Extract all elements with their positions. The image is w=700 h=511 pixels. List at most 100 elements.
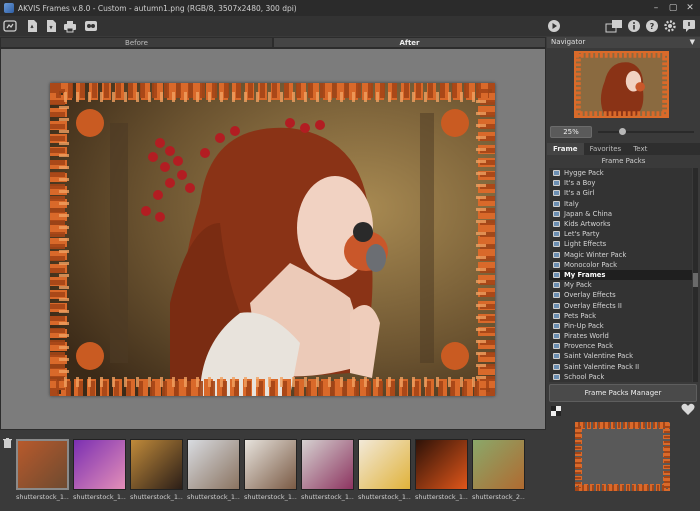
scrollbar-thumb[interactable] [693, 273, 698, 287]
zoom-controls: 25% [550, 126, 697, 138]
heart-icon[interactable] [681, 403, 695, 418]
list-item[interactable]: Overlay Effects II [549, 300, 692, 310]
list-item[interactable]: Pin-Up Pack [549, 321, 692, 331]
tab-frame[interactable]: Frame [547, 143, 584, 155]
pack-icon [553, 302, 560, 309]
frame-packs-manager-button[interactable]: Frame Packs Manager [549, 384, 697, 402]
pack-icon [553, 312, 560, 319]
list-item[interactable]: It's a Girl [549, 188, 692, 198]
trash-icon[interactable] [3, 438, 12, 448]
list-item[interactable]: Saint Valentine Pack II [549, 362, 692, 372]
pack-icon [553, 373, 560, 380]
list-item[interactable]: Kids Artworks [549, 219, 692, 229]
list-item[interactable]: Saint Valentine Pack [549, 351, 692, 361]
panel-tabs: Frame Favorites Text [547, 143, 700, 155]
help-icon[interactable]: ? [645, 19, 659, 33]
toolbar: ? [0, 16, 700, 36]
pack-icon [553, 210, 560, 217]
chevron-down-icon[interactable]: ▼ [690, 37, 695, 48]
pack-icon [553, 271, 560, 278]
list-item[interactable]: School Pack [549, 372, 692, 382]
home-icon[interactable] [3, 19, 17, 33]
zoom-field[interactable]: 25% [550, 126, 592, 138]
tab-before[interactable]: Before [0, 37, 273, 48]
list-item[interactable]: Hygge Pack [549, 168, 692, 178]
thumbnail-1[interactable]: shutterstock_1... [16, 439, 69, 503]
list-item-selected[interactable]: My Frames [549, 269, 692, 281]
checkerboard-icon[interactable] [551, 406, 561, 418]
tab-favorites[interactable]: Favorites [584, 143, 628, 155]
navigator-header[interactable]: Navigator ▼ [547, 37, 700, 48]
thumbnail-caption: shutterstock_1... [187, 493, 240, 501]
thumbnail-caption: shutterstock_1... [16, 493, 69, 501]
image-canvas[interactable] [0, 48, 546, 430]
thumbnail-image [472, 439, 525, 490]
settings-icon[interactable] [663, 19, 677, 33]
pack-icon [553, 343, 560, 350]
list-item[interactable]: Light Effects [549, 239, 692, 249]
thumbnail-image [244, 439, 297, 490]
pack-icon [553, 190, 560, 197]
framed-photo [50, 83, 495, 396]
pack-icon [553, 353, 560, 360]
list-item[interactable]: Let's Party [549, 229, 692, 239]
list-item[interactable]: Overlay Effects [549, 290, 692, 300]
thumbnail-image [73, 439, 126, 490]
list-item[interactable]: Magic Winter Pack [549, 250, 692, 260]
thumbnail-image [130, 439, 183, 490]
thumbnail-8[interactable]: shutterstock_1... [415, 439, 468, 503]
zoom-slider-track[interactable] [598, 131, 694, 133]
list-item[interactable]: Pirates World [549, 331, 692, 341]
print-icon[interactable] [63, 19, 77, 33]
pack-icon [553, 221, 560, 228]
maximize-icon[interactable]: ▢ [667, 2, 679, 14]
pack-icon [553, 322, 560, 329]
thumbnail-9[interactable]: shutterstock_2... [472, 439, 525, 503]
panels-icon[interactable] [605, 19, 623, 33]
thumbnail-3[interactable]: shutterstock_1... [130, 439, 183, 503]
list-item[interactable]: My Pack [549, 280, 692, 290]
zoom-slider-handle[interactable] [619, 128, 626, 135]
minimize-icon[interactable]: – [650, 2, 662, 14]
thumbnail-caption: shutterstock_1... [244, 493, 297, 501]
filmstrip: shutterstock_1... shutterstock_1... shut… [0, 432, 546, 511]
notifications-icon[interactable] [682, 19, 696, 33]
open-file-icon[interactable] [25, 19, 39, 33]
list-item[interactable]: Japan & China [549, 209, 692, 219]
list-item[interactable]: Pets Pack [549, 311, 692, 321]
thumbnail-image [301, 439, 354, 490]
thumbnail-5[interactable]: shutterstock_1... [244, 439, 297, 503]
window-title: AKVIS Frames v.8.0 - Custom - autumn1.pn… [18, 3, 297, 13]
thumbnail-4[interactable]: shutterstock_1... [187, 439, 240, 503]
right-panel: Navigator ▼ 25% Frame Favorites Text Fra… [547, 37, 700, 511]
navigator-title: Navigator [551, 38, 586, 46]
thumbnail-caption: shutterstock_1... [301, 493, 354, 501]
close-icon[interactable]: ✕ [684, 2, 696, 14]
thumbnail-7[interactable]: shutterstock_1... [358, 439, 411, 503]
navigator-preview[interactable] [574, 51, 669, 118]
view-tabs: Before After [0, 37, 546, 48]
share-icon[interactable] [84, 19, 98, 33]
title-bar: AKVIS Frames v.8.0 - Custom - autumn1.pn… [0, 0, 700, 16]
frame-packs-header: Frame Packs [601, 157, 646, 165]
thumbnail-2[interactable]: shutterstock_1... [73, 439, 126, 503]
list-scrollbar[interactable] [693, 168, 698, 382]
frame-packs-list[interactable]: Hygge Pack It's a Boy It's a Girl Italy … [549, 168, 692, 382]
pack-icon [553, 261, 560, 268]
info-icon[interactable] [627, 19, 641, 33]
thumbnail-caption: shutterstock_1... [358, 493, 411, 501]
list-item[interactable]: It's a Boy [549, 178, 692, 188]
thumbnail-image [358, 439, 411, 490]
save-file-icon[interactable] [44, 19, 58, 33]
tab-text[interactable]: Text [627, 143, 653, 155]
tab-after[interactable]: After [273, 37, 546, 48]
list-item[interactable]: Provence Pack [549, 341, 692, 351]
pack-icon [553, 363, 560, 370]
list-item[interactable]: Italy [549, 199, 692, 209]
thumbnail-image [16, 439, 69, 490]
thumbnail-6[interactable]: shutterstock_1... [301, 439, 354, 503]
list-item[interactable]: Monocolor Pack [549, 260, 692, 270]
run-icon[interactable] [547, 19, 561, 33]
pack-icon [553, 170, 560, 177]
pack-icon [553, 333, 560, 340]
